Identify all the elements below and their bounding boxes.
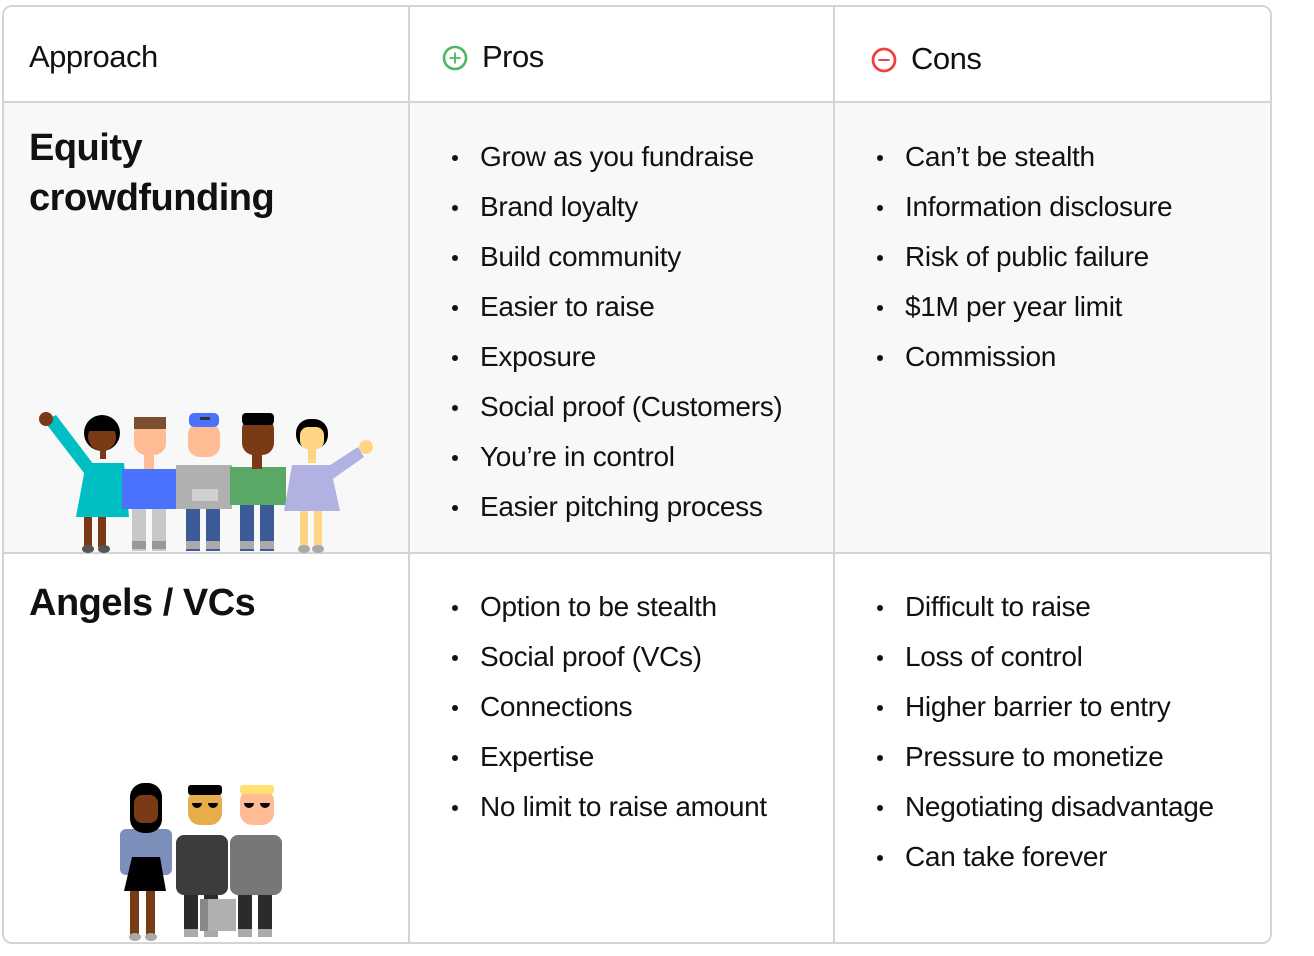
list-item: Exposure [450, 332, 782, 382]
cons-list: Difficult to raise Loss of control Highe… [875, 582, 1214, 882]
cons-cell: Can’t be stealth Information disclosure … [835, 103, 1270, 552]
list-item: You’re in control [450, 432, 782, 482]
list-item: Expertise [450, 732, 767, 782]
list-item: Information disclosure [875, 182, 1173, 232]
pros-cell: Grow as you fundraise Brand loyalty Buil… [410, 103, 835, 552]
pros-list: Grow as you fundraise Brand loyalty Buil… [450, 132, 783, 532]
pros-list: Option to be stealth Social proof (VCs) … [450, 582, 767, 832]
person-figure [39, 412, 129, 553]
person-figure [230, 785, 282, 937]
person-figure [284, 419, 373, 553]
person-figure [230, 413, 286, 551]
approach-title: Equity crowdfunding [29, 123, 275, 223]
list-item: Commission [875, 332, 1172, 382]
approach-title-line: crowdfunding [29, 177, 275, 219]
list-item: Build community [450, 232, 782, 282]
list-item: Social proof (Customers) [450, 382, 783, 432]
list-item: Brand loyalty [450, 182, 782, 232]
list-item: Easier pitching process [450, 482, 782, 532]
header-cons: Cons [911, 41, 982, 76]
crowd-illustration [39, 412, 373, 553]
investors-illustration [120, 783, 282, 941]
list-item: Negotiating disadvantage [875, 782, 1214, 832]
person-figure [122, 417, 178, 551]
list-item: Pressure to monetize [875, 732, 1214, 782]
header-row: Approach Pros Cons [4, 7, 1270, 103]
person-figure [120, 783, 172, 941]
cons-list: Can’t be stealth Information disclosure … [875, 132, 1173, 382]
pros-cell: Option to be stealth Social proof (VCs) … [410, 554, 835, 942]
list-item: Option to be stealth [450, 582, 767, 632]
list-item: Social proof (VCs) [450, 632, 767, 682]
list-item: $1M per year limit [875, 282, 1172, 332]
list-item: Connections [450, 682, 767, 732]
list-item: Grow as you fundraise [450, 132, 782, 182]
table-row-equity-crowdfunding: Equity crowdfunding Grow as you fundrais… [4, 103, 1270, 554]
list-item: Can’t be stealth [875, 132, 1172, 182]
list-item: Easier to raise [450, 282, 782, 332]
header-pros-cell: Pros [410, 7, 835, 101]
header-approach: Approach [29, 39, 158, 74]
cons-cell: Difficult to raise Loss of control Highe… [835, 554, 1270, 942]
plus-circle-icon [442, 45, 468, 71]
list-item: Higher barrier to entry [875, 682, 1214, 732]
approach-cell: Equity crowdfunding [4, 103, 410, 553]
list-item: Difficult to raise [875, 582, 1214, 632]
header-cons-cell: Cons [835, 7, 1270, 101]
header-pros: Pros [482, 39, 544, 74]
list-item: Risk of public failure [875, 232, 1172, 282]
table-row-angels-vcs: Angels / VCs Option to be stealth Social… [4, 554, 1270, 942]
comparison-table: Approach Pros Cons Equity crowdfunding G… [2, 5, 1272, 944]
header-approach-cell: Approach [4, 7, 410, 101]
list-item: No limit to raise amount [450, 782, 767, 832]
person-figure [176, 413, 232, 551]
person-figure [176, 785, 236, 937]
approach-cell: Angels / VCs [4, 554, 410, 942]
approach-title-line: Equity [29, 127, 143, 169]
minus-circle-icon [871, 47, 897, 73]
list-item: Can take forever [875, 832, 1214, 882]
list-item: Loss of control [875, 632, 1214, 682]
approach-title: Angels / VCs [29, 582, 256, 624]
